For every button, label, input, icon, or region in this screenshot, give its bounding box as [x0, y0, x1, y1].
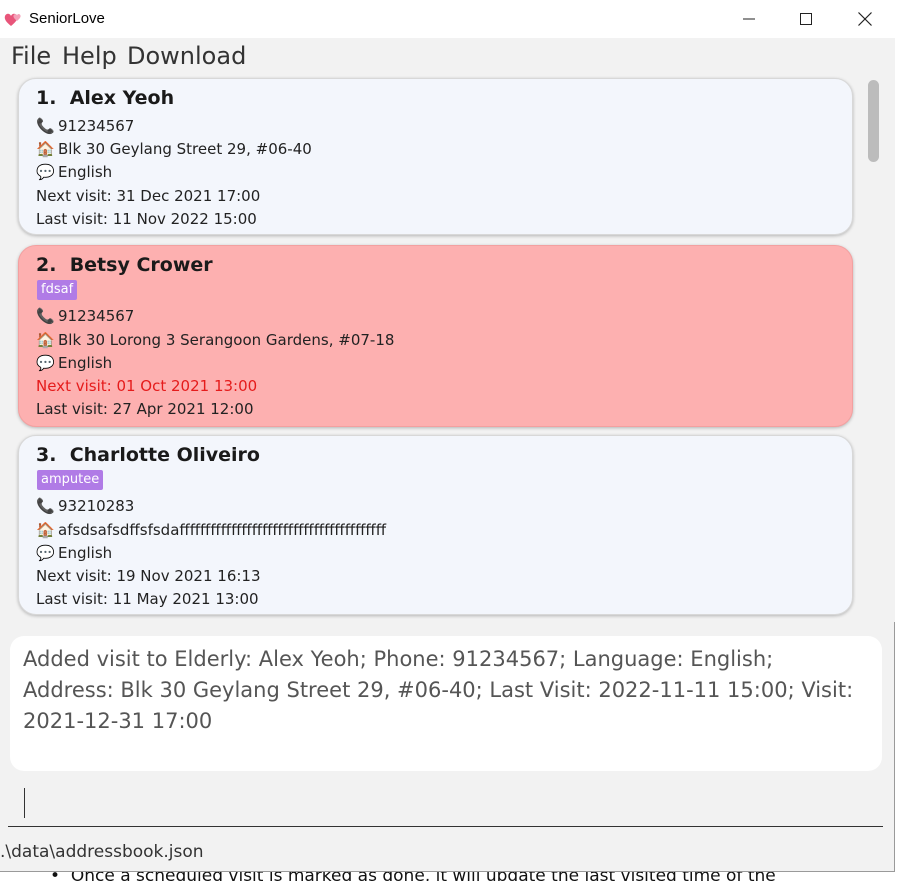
- address-row: 🏠 Blk 30 Geylang Street 29, #06-40: [36, 140, 312, 158]
- card-name: Charlotte Oliveiro: [69, 444, 260, 466]
- phone-number: 91234567: [58, 307, 135, 325]
- text-caret: [24, 788, 25, 818]
- minimize-icon: [743, 18, 755, 20]
- close-icon: [858, 12, 872, 26]
- phone-row: 📞 91234567: [36, 307, 134, 325]
- last-visit: Last visit: 11 Nov 2022 15:00: [36, 210, 257, 228]
- status-file-path: .\data\addressbook.json: [0, 842, 204, 862]
- house-icon: 🏠: [36, 521, 55, 539]
- language-row: 💬 English: [36, 544, 112, 562]
- last-visit: Last visit: 11 May 2021 13:00: [36, 590, 259, 608]
- window-title: SeniorLove: [29, 10, 105, 27]
- background-text: • Once a scheduled visit is marked as do…: [50, 872, 776, 881]
- phone-number: 91234567: [58, 117, 135, 135]
- address-row: 🏠 afsdsafsdffsfsdafffffffffffffffffffffff…: [36, 521, 386, 539]
- speech-bubble-icon: 💬: [36, 163, 55, 181]
- title-bar: SeniorLove: [0, 0, 895, 38]
- elderly-card[interactable]: 3. Charlotte Oliveiro amputee 📞 93210283 …: [18, 435, 853, 615]
- background-text-content: Once a scheduled visit is marked as done…: [71, 872, 776, 881]
- card-title: 1. Alex Yeoh: [36, 87, 174, 109]
- background-document: • Once a scheduled visit is marked as do…: [0, 872, 899, 881]
- command-input[interactable]: [8, 780, 883, 827]
- menu-file[interactable]: File: [11, 42, 51, 70]
- last-visit: Last visit: 27 Apr 2021 12:00: [36, 400, 254, 418]
- menu-download[interactable]: Download: [127, 42, 246, 70]
- language-row: 💬 English: [36, 163, 112, 181]
- maximize-icon: [800, 13, 812, 25]
- phone-icon: 📞: [36, 117, 55, 135]
- menu-help[interactable]: Help: [62, 42, 117, 70]
- elderly-list[interactable]: 1. Alex Yeoh 📞 91234567 🏠 Blk 30 Geylang S…: [0, 74, 895, 622]
- tag-badge: amputee: [37, 470, 104, 490]
- card-title: 3. Charlotte Oliveiro: [36, 444, 260, 466]
- card-index: 2.: [36, 254, 57, 276]
- card-name: Alex Yeoh: [69, 87, 175, 109]
- speech-bubble-icon: 💬: [36, 354, 55, 372]
- minimize-button[interactable]: [720, 0, 778, 38]
- card-title: 2. Betsy Crower: [36, 254, 213, 276]
- next-visit: Next visit: 19 Nov 2021 16:13: [36, 567, 261, 585]
- maximize-button[interactable]: [777, 0, 835, 38]
- language-row: 💬 English: [36, 354, 112, 372]
- card-index: 3.: [36, 444, 57, 466]
- phone-icon: 📞: [36, 307, 55, 325]
- card-name: Betsy Crower: [69, 254, 213, 276]
- next-visit: Next visit: 31 Dec 2021 17:00: [36, 187, 261, 205]
- phone-row: 📞 93210283: [36, 497, 134, 515]
- address: Blk 30 Lorong 3 Serangoon Gardens, #07-1…: [58, 331, 395, 349]
- phone-icon: 📞: [36, 497, 55, 515]
- card-index: 1.: [36, 87, 57, 109]
- hearts-icon: [4, 9, 24, 29]
- app-window: SeniorLove File Help Download 1. Alex Ye…: [0, 0, 895, 872]
- next-visit-overdue: Next visit: 01 Oct 2021 13:00: [36, 377, 258, 395]
- language: English: [58, 544, 113, 562]
- elderly-card[interactable]: 1. Alex Yeoh 📞 91234567 🏠 Blk 30 Geylang S…: [18, 78, 853, 235]
- address: afsdsafsdffsfsdaffffffffffffffffffffffff…: [58, 521, 387, 539]
- address-row: 🏠 Blk 30 Lorong 3 Serangoon Gardens, #07-…: [36, 331, 394, 349]
- address: Blk 30 Geylang Street 29, #06-40: [58, 140, 312, 158]
- phone-row: 📞 91234567: [36, 117, 134, 135]
- language: English: [58, 354, 113, 372]
- tag-badge: fdsaf: [37, 280, 78, 300]
- close-button[interactable]: [836, 0, 894, 38]
- phone-number: 93210283: [58, 497, 135, 515]
- speech-bubble-icon: 💬: [36, 544, 55, 562]
- result-display: Added visit to Elderly: Alex Yeoh; Phone…: [10, 636, 882, 771]
- house-icon: 🏠: [36, 331, 55, 349]
- scrollbar-thumb[interactable]: [868, 80, 879, 162]
- elderly-card[interactable]: 2. Betsy Crower fdsaf 📞 91234567 🏠 Blk 30 …: [18, 245, 853, 427]
- language: English: [58, 163, 113, 181]
- menu-bar: File Help Download: [0, 38, 895, 74]
- house-icon: 🏠: [36, 140, 55, 158]
